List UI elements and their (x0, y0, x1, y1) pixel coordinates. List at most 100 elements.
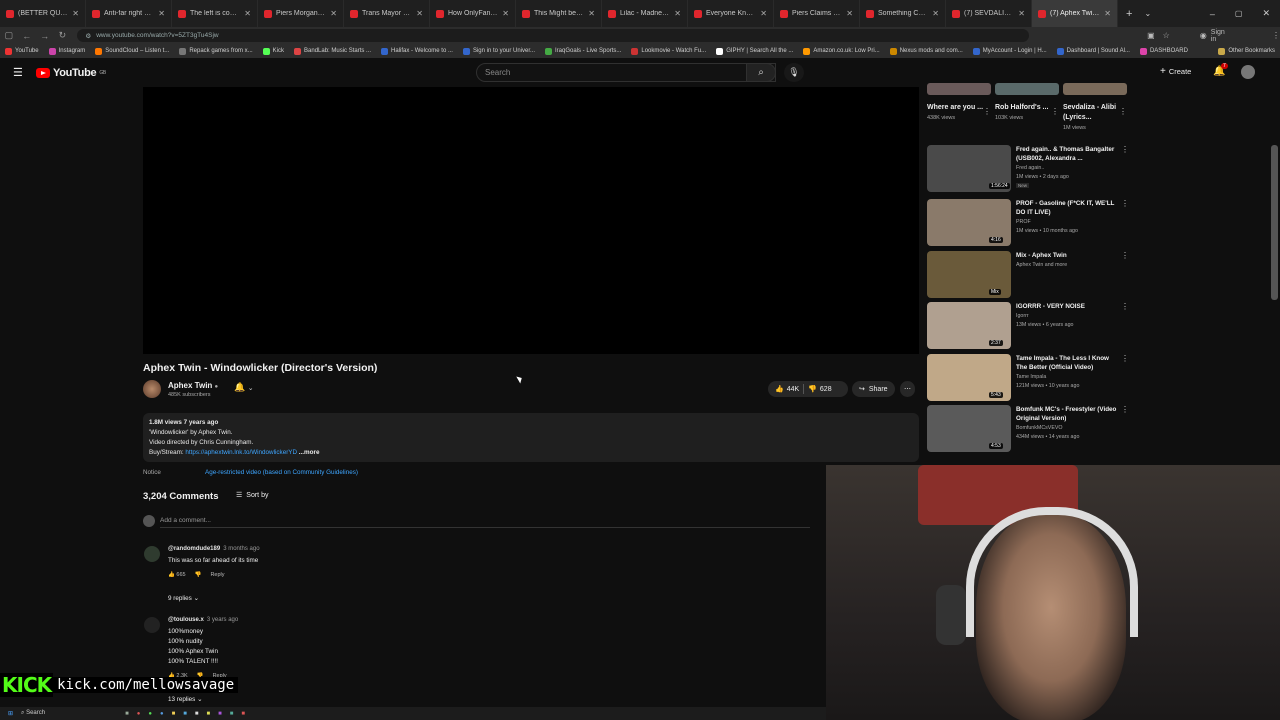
recommended-video[interactable]: 2:37 IGORRR - VERY NOISE Igorrr 13M views •… (927, 302, 1132, 350)
extensions-icon[interactable]: ▣ (1147, 31, 1155, 40)
video-player[interactable] (143, 87, 919, 354)
browser-tab[interactable]: Anti-far right march c ✕ (86, 0, 172, 27)
more-options-icon[interactable]: ⋮ (1051, 107, 1059, 116)
hamburger-menu-icon[interactable]: ☰ (13, 66, 23, 79)
sort-by-button[interactable]: ☰ Sort by (236, 491, 268, 499)
browser-tab[interactable]: Lilac - Madness Offic ✕ (602, 0, 688, 27)
browser-tab[interactable]: How OnlyFans Ruined ✕ (430, 0, 516, 27)
close-tab-icon[interactable]: ✕ (244, 9, 251, 18)
recommended-video[interactable]: 4:53 Bomfunk MC's - Freestyler (Video Ori… (927, 405, 1132, 453)
shorts-item[interactable]: Rob Halford's ... 103K views ⋮ (995, 83, 1059, 121)
bookmark-item[interactable]: DASHBOARD (1135, 47, 1193, 55)
browser-tab[interactable]: (7) SEVDALIZA - SHA ✕ (946, 0, 1032, 27)
close-tab-icon[interactable]: ✕ (932, 9, 939, 18)
bookmark-item[interactable]: Instagram (44, 47, 91, 55)
tab-search-icon[interactable]: ⌄ (1144, 9, 1151, 18)
close-tab-icon[interactable]: ✕ (760, 9, 767, 18)
browser-tab[interactable]: Everyone Knows Trou ✕ (688, 0, 774, 27)
close-tab-icon[interactable]: ✕ (674, 9, 681, 18)
bookmark-item[interactable]: MyAccount - Login | H... (968, 47, 1052, 55)
app-icon[interactable]: ● (160, 711, 164, 717)
comment-author[interactable]: @toulouse.x 3 years ago (168, 617, 238, 623)
browser-tab[interactable]: The left is completely✕ (172, 0, 258, 27)
comment-author[interactable]: @randomdude189 3 months ago (168, 546, 260, 552)
bookmark-item[interactable]: Repack games from x... (174, 47, 257, 55)
maximize-window-button[interactable]: ▢ (1225, 9, 1253, 18)
bookmark-item[interactable]: BandLab: Music Starts ... (289, 47, 376, 55)
view-replies-button[interactable]: 13 replies ⌄ (168, 696, 202, 703)
site-info-icon[interactable]: ⚙ (85, 32, 91, 40)
bookmark-item[interactable]: Lookmovie - Watch Fu... (626, 47, 711, 55)
search-input[interactable]: Search (476, 63, 776, 82)
back-icon[interactable]: ← (18, 31, 36, 41)
close-tab-icon[interactable]: ✕ (330, 9, 337, 18)
dislike-button[interactable]: 👎 628 (808, 385, 831, 394)
forward-icon[interactable]: → (36, 31, 54, 41)
bookmark-item[interactable]: SoundCloud – Listen t... (90, 47, 174, 55)
app-icon[interactable]: ■ (241, 711, 245, 717)
more-link[interactable]: ...more (297, 449, 320, 456)
scrollbar[interactable] (1271, 145, 1278, 300)
app-icon[interactable]: ■ (125, 711, 129, 717)
share-button[interactable]: ↪ Share (852, 381, 895, 397)
more-options-icon[interactable]: ⋮ (1121, 145, 1129, 154)
folder-icon[interactable]: ■ (172, 711, 176, 717)
bookmark-item[interactable]: Sign in to your Univer... (458, 47, 540, 55)
app-icon[interactable]: ■ (218, 711, 222, 717)
browser-tab[interactable]: Something Changed ✕ (860, 0, 946, 27)
bookmark-item[interactable]: Nexus mods and com... (885, 47, 968, 55)
bookmark-item[interactable]: Kick (258, 47, 289, 55)
app-icon[interactable]: ■ (195, 711, 199, 717)
browser-tab[interactable]: (BETTER QUALITY) Li✕ (0, 0, 86, 27)
close-tab-icon[interactable]: ✕ (502, 9, 509, 18)
buy-link[interactable]: https://aphextwin.lnk.to/WindowlickerYD (185, 449, 297, 456)
app-icon[interactable]: ● (137, 711, 141, 717)
close-tab-icon[interactable]: ✕ (588, 9, 595, 18)
recommended-video[interactable]: 4:16 PROF - Gasoline (F*CK IT, WE'LL DO I… (927, 199, 1132, 247)
comment-like-button[interactable]: 👍 665 (168, 572, 186, 578)
sidebar-toggle-icon[interactable]: ▢ (0, 30, 18, 41)
profile-icon[interactable]: ◉ (1200, 31, 1207, 40)
create-button[interactable]: + Create (1160, 66, 1191, 77)
browser-tab[interactable]: (7) Aphex Twin - Wind✕ (1032, 0, 1118, 27)
shorts-item[interactable]: Where are you ... 438K views ⋮ (927, 83, 991, 121)
add-comment-input[interactable]: Add a comment... (160, 517, 810, 528)
close-tab-icon[interactable]: ✕ (1104, 9, 1111, 18)
close-tab-icon[interactable]: ✕ (1018, 9, 1025, 18)
browser-tab[interactable]: Trans Mayor MELTS D ✕ (344, 0, 430, 27)
age-restriction-link[interactable]: Age-restricted video (based on Community… (205, 469, 358, 476)
more-options-icon[interactable]: ⋮ (1121, 251, 1129, 260)
subscription-bell-button[interactable]: 🔔 ⌄ (234, 382, 254, 393)
browser-tab[interactable]: Piers Claims Muslims ✕ (774, 0, 860, 27)
close-tab-icon[interactable]: ✕ (72, 9, 79, 18)
comment-avatar[interactable] (144, 617, 160, 633)
taskbar-search[interactable]: ⌕ Search (21, 710, 45, 717)
browser-tab[interactable]: Piers Morgan Presses ✕ (258, 0, 344, 27)
close-tab-icon[interactable]: ✕ (416, 9, 423, 18)
app-icon[interactable]: ■ (230, 711, 234, 717)
channel-name[interactable]: Aphex Twin ● (168, 381, 218, 390)
more-options-icon[interactable]: ⋮ (1121, 199, 1129, 208)
comment-dislike-button[interactable]: 👎 (195, 572, 202, 578)
more-options-icon[interactable]: ⋮ (1121, 405, 1129, 414)
youtube-logo[interactable]: YouTube GB (36, 67, 106, 79)
reload-icon[interactable]: ↻ (54, 30, 72, 41)
close-tab-icon[interactable]: ✕ (846, 9, 853, 18)
voice-search-button[interactable]: 🎙 (784, 63, 804, 82)
recommended-video[interactable]: 1:56:24 Fred again.. & Thomas Bangalter (… (927, 145, 1132, 193)
bookmark-item[interactable]: GIPHY | Search All the ... (711, 47, 798, 55)
reply-button[interactable]: Reply (210, 572, 224, 578)
other-bookmarks[interactable]: Other Bookmarks (1213, 47, 1280, 55)
bookmark-item[interactable]: Amazon.co.uk: Low Pri... (798, 47, 884, 55)
channel-avatar[interactable] (143, 380, 161, 398)
more-options-icon[interactable]: ⋮ (983, 107, 991, 116)
more-actions-button[interactable]: ⋯ (900, 381, 915, 397)
close-tab-icon[interactable]: ✕ (158, 9, 165, 18)
bookmark-item[interactable]: YouTube (0, 47, 44, 55)
start-icon[interactable]: ⊞ (8, 710, 13, 717)
app-icon[interactable]: ● (148, 711, 152, 717)
more-options-icon[interactable]: ⋮ (1119, 107, 1127, 116)
view-replies-button[interactable]: 9 replies ⌄ (168, 595, 199, 602)
more-options-icon[interactable]: ⋮ (1121, 302, 1129, 311)
shorts-item[interactable]: Sevdaliza - Alibi (Lyrics... 1M views ⋮ (1063, 83, 1127, 131)
